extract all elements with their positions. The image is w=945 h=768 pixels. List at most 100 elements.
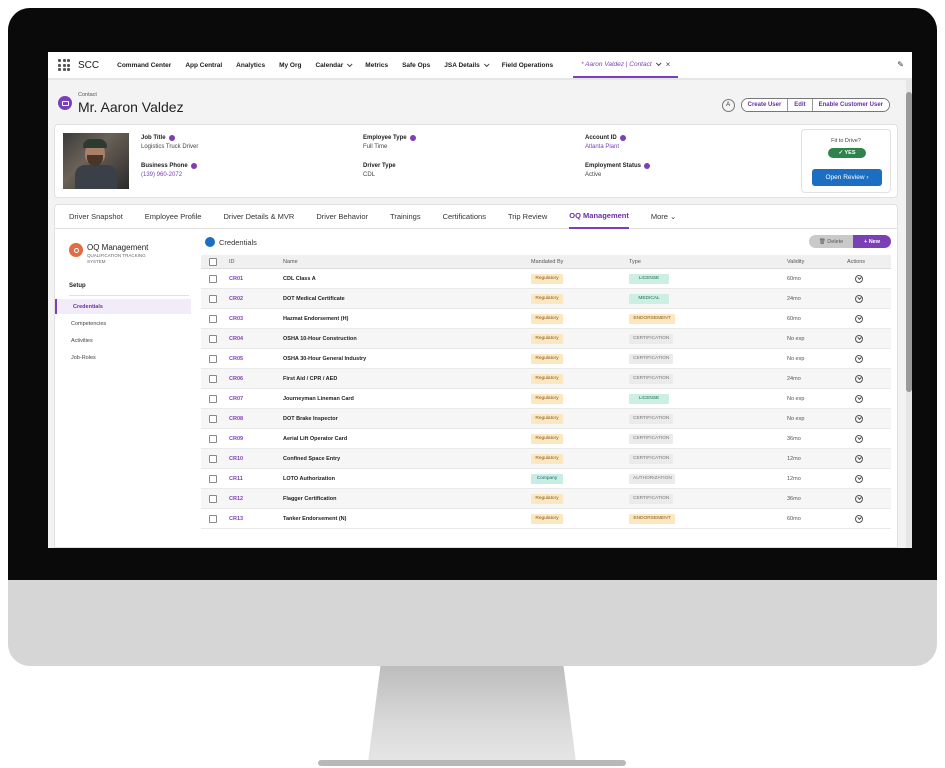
table-row[interactable]: CR01 CDL Class A Regulatory LICENSE 60mo: [201, 269, 891, 289]
table-row[interactable]: CR04 OSHA 10-Hour Construction Regulatory C…: [201, 329, 891, 349]
open-review-button[interactable]: Open Review ›: [812, 169, 882, 186]
credential-id-link[interactable]: CR04: [229, 336, 243, 342]
nav-item-metrics[interactable]: Metrics: [365, 62, 388, 69]
credential-id-link[interactable]: CR11: [229, 476, 243, 482]
left-nav-item-activities[interactable]: Activities: [55, 333, 191, 348]
row-actions-dropdown-icon[interactable]: [855, 414, 863, 423]
select-all-checkbox[interactable]: [209, 257, 217, 266]
nav-item-my-org[interactable]: My Org: [279, 62, 301, 69]
scrollbar-thumb[interactable]: [906, 92, 912, 392]
nav-item-calendar[interactable]: Calendar: [315, 61, 353, 69]
row-actions-dropdown-icon[interactable]: [855, 374, 863, 383]
credential-id-link[interactable]: CR12: [229, 496, 243, 502]
close-icon[interactable]: ×: [666, 60, 671, 69]
row-actions-dropdown-icon[interactable]: [855, 474, 863, 483]
row-checkbox[interactable]: [209, 314, 217, 323]
table-row[interactable]: CR08 DOT Brake Inspector Regulatory CERTIFI…: [201, 409, 891, 429]
row-checkbox[interactable]: [209, 274, 217, 283]
column-header-name[interactable]: Name: [283, 259, 298, 265]
info-icon[interactable]: [190, 163, 197, 169]
tab-trip-review[interactable]: Trip Review: [508, 205, 547, 229]
tab-oq-management[interactable]: OQ Management: [569, 205, 629, 229]
enable-customer-user-button[interactable]: Enable Customer User: [812, 99, 889, 111]
column-header-mandated-by[interactable]: Mandated By: [531, 259, 563, 265]
table-row[interactable]: CR12 Flagger Certification Regulatory CERTI…: [201, 489, 891, 509]
table-row[interactable]: CR05 OSHA 30-Hour General Industry Regulat…: [201, 349, 891, 369]
nav-item-command-center[interactable]: Command Center: [117, 62, 171, 69]
credential-id-link[interactable]: CR13: [229, 516, 243, 522]
credential-id-link[interactable]: CR02: [229, 296, 243, 302]
row-actions-dropdown-icon[interactable]: [855, 294, 863, 303]
tab-certifications[interactable]: Certifications: [443, 205, 486, 229]
tab-driver-behavior[interactable]: Driver Behavior: [316, 205, 368, 229]
row-checkbox[interactable]: [209, 514, 217, 523]
table-row[interactable]: CR10 Confined Space Entry Regulatory CERTIF…: [201, 449, 891, 469]
left-nav-item-credentials[interactable]: Credentials: [55, 299, 191, 314]
new-button[interactable]: + New: [853, 235, 891, 248]
row-actions-dropdown-icon[interactable]: [855, 454, 863, 463]
chevron-down-icon[interactable]: [347, 61, 353, 68]
column-header-type[interactable]: Type: [629, 259, 641, 265]
row-checkbox[interactable]: [209, 374, 217, 383]
contact-workspace-tab[interactable]: * Aaron Valdez | Contact ×: [573, 52, 679, 78]
info-icon[interactable]: [409, 135, 416, 141]
row-checkbox[interactable]: [209, 294, 217, 303]
row-actions-dropdown-icon[interactable]: [855, 394, 863, 403]
tab-more[interactable]: More ⌄: [651, 205, 676, 229]
row-checkbox[interactable]: [209, 494, 217, 503]
edit-nav-icon[interactable]: ✎: [897, 60, 904, 69]
table-row[interactable]: CR11 LOTO Authorization Company AUTHORIZATI…: [201, 469, 891, 489]
column-header-validity[interactable]: Validity: [787, 259, 804, 265]
info-icon[interactable]: [644, 163, 651, 169]
tab-employee-profile[interactable]: Employee Profile: [145, 205, 202, 229]
info-icon[interactable]: [168, 135, 175, 141]
row-actions-dropdown-icon[interactable]: [855, 354, 863, 363]
row-actions-dropdown-icon[interactable]: [855, 514, 863, 523]
tab-trainings[interactable]: Trainings: [390, 205, 421, 229]
row-actions-dropdown-icon[interactable]: [855, 334, 863, 343]
row-actions-dropdown-icon[interactable]: [855, 494, 863, 503]
business-phone-link[interactable]: (139) 960-2072: [141, 172, 197, 178]
table-row[interactable]: CR03 Hazmat Endorsement (H) Regulatory ENDO…: [201, 309, 891, 329]
delete-button[interactable]: 🗑 Delete: [809, 235, 853, 248]
credential-id-link[interactable]: CR03: [229, 316, 243, 322]
table-row[interactable]: CR09 Aerial Lift Operator Card Regulatory C…: [201, 429, 891, 449]
tab-driver-details-mvr[interactable]: Driver Details & MVR: [223, 205, 294, 229]
left-nav-item-job-roles[interactable]: Job-Roles: [55, 350, 191, 365]
credential-id-link[interactable]: CR05: [229, 356, 243, 362]
user-icon[interactable]: A: [721, 98, 735, 112]
table-row[interactable]: CR07 Journeyman Lineman Card Regulatory LIC…: [201, 389, 891, 409]
create-user-button[interactable]: Create User: [741, 99, 789, 111]
credential-id-link[interactable]: CR09: [229, 436, 243, 442]
nav-item-analytics[interactable]: Analytics: [236, 62, 265, 69]
credential-id-link[interactable]: CR08: [229, 416, 243, 422]
row-checkbox[interactable]: [209, 454, 217, 463]
app-launcher-icon[interactable]: [58, 59, 70, 71]
column-header-id[interactable]: ID: [229, 259, 235, 265]
row-checkbox[interactable]: [209, 474, 217, 483]
chevron-down-icon[interactable]: [655, 60, 662, 67]
nav-item-jsa-details[interactable]: JSA Details: [444, 61, 490, 69]
left-nav-item-competencies[interactable]: Competencies: [55, 316, 191, 331]
row-checkbox[interactable]: [209, 334, 217, 343]
chevron-down-icon[interactable]: [483, 61, 490, 68]
table-row[interactable]: CR06 First Aid / CPR / AED Regulatory CERTI…: [201, 369, 891, 389]
credential-id-link[interactable]: CR01: [229, 276, 243, 282]
edit-button[interactable]: Edit: [788, 99, 813, 111]
row-checkbox[interactable]: [209, 394, 217, 403]
row-checkbox[interactable]: [209, 414, 217, 423]
nav-item-field-operations[interactable]: Field Operations: [502, 62, 553, 69]
row-checkbox[interactable]: [209, 354, 217, 363]
table-row[interactable]: CR13 Tanker Endorsement (N) Regulatory ENDO…: [201, 509, 891, 529]
nav-item-safe-ops[interactable]: Safe Ops: [402, 62, 430, 69]
row-actions-dropdown-icon[interactable]: [855, 434, 863, 443]
credential-id-link[interactable]: CR07: [229, 396, 243, 402]
credential-id-link[interactable]: CR10: [229, 456, 243, 462]
nav-item-app-central[interactable]: App Central: [185, 62, 222, 69]
row-checkbox[interactable]: [209, 434, 217, 443]
tab-driver-snapshot[interactable]: Driver Snapshot: [69, 205, 123, 229]
row-actions-dropdown-icon[interactable]: [855, 314, 863, 323]
table-row[interactable]: CR02 DOT Medical Certificate Regulatory MED…: [201, 289, 891, 309]
info-icon[interactable]: [619, 135, 626, 141]
row-actions-dropdown-icon[interactable]: [855, 274, 863, 283]
